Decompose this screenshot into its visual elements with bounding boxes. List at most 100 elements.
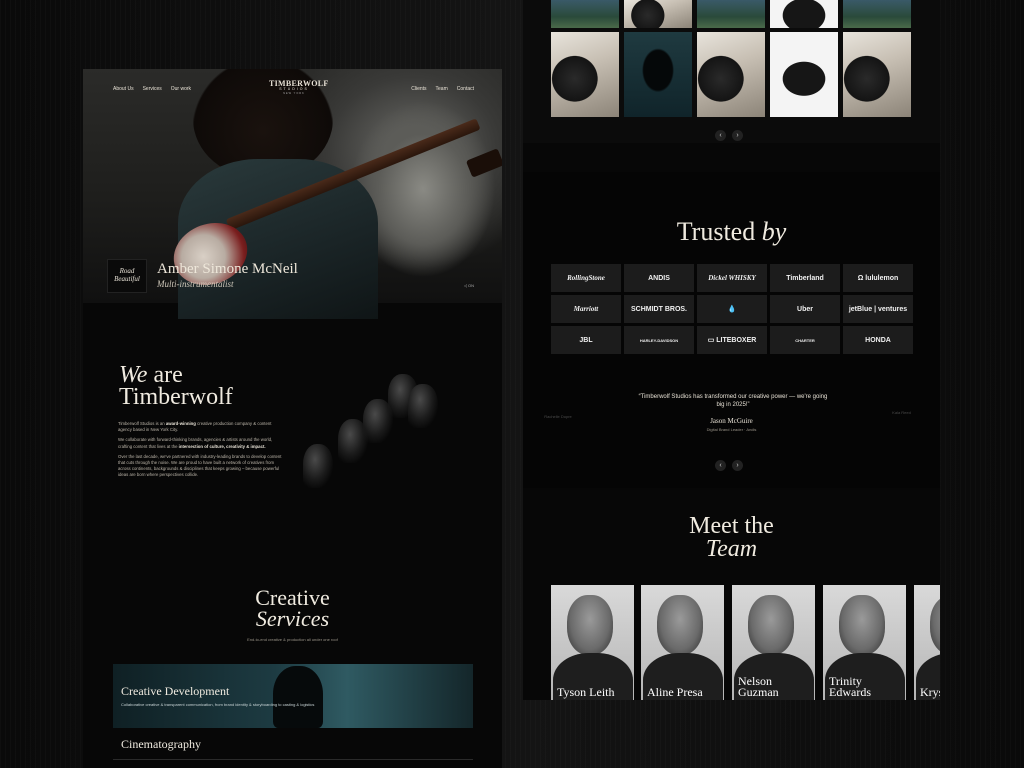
project-badge: Road Beautiful (107, 259, 147, 293)
testimonial-arrows: ‹ › (715, 460, 743, 471)
services-title-line2: Services (255, 606, 330, 631)
band-member-silhouette (303, 444, 333, 488)
team-member-card[interactable]: Nelson Guzman (732, 585, 815, 700)
team-member-card[interactable]: Krys Torn (914, 585, 940, 700)
site-logo[interactable]: TIMBERWOLF STUDIOS NEW YORK (269, 79, 329, 96)
about-p1-b: award-winning (165, 421, 196, 426)
client-logo-jbl: JBL (551, 326, 621, 354)
about-p3: Over the last decade, we've partnered wi… (118, 453, 282, 478)
gallery-thumb[interactable] (843, 0, 911, 28)
about-p1: Timberwolf Studios is an award-winning c… (118, 421, 286, 433)
hero-artist-name: Amber Simone McNeil (157, 261, 298, 277)
band-photo (288, 374, 478, 509)
gallery-thumb[interactable] (697, 32, 765, 117)
services-subtitle: End-to-end creative & production all und… (247, 637, 338, 642)
client-logo-timberland: Timberland (770, 264, 840, 292)
team-member-photo (567, 595, 613, 655)
team-member-card[interactable]: Aline Presa (641, 585, 724, 700)
gallery-arrows: ‹ › (715, 130, 743, 141)
nav-about[interactable]: About Us (113, 86, 134, 92)
team-member-photo (930, 595, 940, 655)
nav-our-work[interactable]: Our work (171, 86, 191, 92)
team-member-name: Nelson Guzman (738, 674, 779, 699)
gallery-next-button[interactable]: › (732, 130, 743, 141)
team-member-photo (657, 595, 703, 655)
team-title: Meet the Team (523, 513, 940, 562)
client-logo-grid: RollingStone ANDIS Dickel WHISKY Timberl… (551, 264, 913, 354)
service-divider (113, 759, 473, 760)
sound-toggle[interactable]: ◁ ON (464, 283, 474, 288)
homepage-panel-left: About Us Services Our work TIMBERWOLF ST… (83, 69, 502, 768)
gallery-thumb[interactable] (770, 0, 838, 28)
nav-clients[interactable]: Clients (411, 86, 426, 92)
services-title: Creative Services (83, 585, 502, 631)
nav-services[interactable]: Services (143, 86, 162, 92)
work-gallery: ‹ › (523, 0, 940, 143)
team-member-name: Trinity Edwards (829, 674, 871, 699)
guitar-headstock (465, 148, 502, 178)
gallery-thumb[interactable] (624, 0, 692, 28)
service-card-creative-development[interactable]: Creative Development Collaborative creat… (113, 664, 473, 728)
gallery-thumb[interactable] (843, 32, 911, 117)
client-logo-liteboxer: ▭ LITEBOXER (697, 326, 767, 354)
about-text: Timberwolf Studios is an award-winning c… (118, 421, 286, 483)
team-member-name: Aline Presa (647, 685, 703, 699)
team-member-card[interactable]: Tyson Leith (551, 585, 634, 700)
service-card-title: Creative Development (121, 684, 230, 698)
team-member-photo (748, 595, 794, 655)
service-card-description: Collaborative creative & transparent com… (121, 702, 315, 707)
nav-team[interactable]: Team (436, 86, 448, 92)
about-p2-b: intersection of culture, creativity & im… (178, 443, 266, 449)
testimonial-role: Digital Brand Leader · Andis (706, 427, 757, 432)
clients-title-main: Trusted (676, 217, 756, 246)
client-logo-jetblue-ventures: jetBlue | ventures (843, 295, 913, 323)
services-title-line1: Creative (255, 585, 330, 610)
testimonial-prev-button[interactable]: ‹ (715, 460, 726, 471)
gallery-prev-button[interactable]: ‹ (715, 130, 726, 141)
gallery-thumb[interactable] (551, 0, 619, 28)
gallery-thumb[interactable] (697, 0, 765, 28)
team-member-name: Tyson Leith (557, 685, 615, 699)
service-cinematography[interactable]: Cinematography (121, 737, 201, 752)
client-logo-andis: ANDIS (624, 264, 694, 292)
team-member-photo (839, 595, 885, 655)
gallery-thumb[interactable] (624, 32, 692, 117)
clients-section: Trusted by RollingStone ANDIS Dickel WHI… (523, 172, 940, 488)
hero-artist-role: Multi-instrumentalist (157, 279, 234, 289)
homepage-panel-right: ‹ › Trusted by RollingStone ANDIS Dickel… (523, 0, 940, 700)
gallery-thumb[interactable] (770, 32, 838, 117)
team-title-line1: Meet the (689, 513, 774, 539)
testimonial-quote: “Timberwolf Studios has transformed our … (638, 394, 828, 408)
about-title: We are Timberwolf (119, 363, 233, 410)
band-member-silhouette (338, 419, 368, 463)
team-title-line2: Team (705, 536, 758, 562)
client-logo-harley-davidson: HARLEY-DAVIDSON (624, 326, 694, 354)
about-title-line2: Timberwolf (119, 384, 233, 410)
clients-title: Trusted by (523, 217, 940, 247)
client-logo-dickel: Dickel WHISKY (697, 264, 767, 292)
nav-left: About Us Services Our work (113, 86, 191, 92)
clients-title-italic: by (761, 217, 787, 246)
about-p1-a: Timberwolf Studios is an (118, 421, 166, 426)
nav-right: Clients Team Contact (411, 86, 474, 92)
testimonial-next-name: Kala Reed (892, 410, 911, 415)
client-logo-rollingstone: RollingStone (551, 264, 621, 292)
service-card-figure (273, 666, 323, 728)
testimonial-name: Jason McGuire (710, 417, 753, 425)
nav-contact[interactable]: Contact (457, 86, 474, 92)
client-logo-marriott: Marriott (551, 295, 621, 323)
logo-line1: TIMBERWOLF (269, 79, 329, 88)
hero-video[interactable]: About Us Services Our work TIMBERWOLF ST… (83, 69, 502, 319)
testimonial-next-button[interactable]: › (732, 460, 743, 471)
client-logo-lululemon: Ω lululemon (843, 264, 913, 292)
client-logo-uber: Uber (770, 295, 840, 323)
client-logo-schmidt-bros: SCHMIDT BROS. (624, 295, 694, 323)
client-logo-honda: HONDA (843, 326, 913, 354)
client-logo-drop-icon: 💧 (697, 295, 767, 323)
gallery-thumb[interactable] (551, 32, 619, 117)
team-member-name: Krys Torn (920, 685, 940, 699)
about-p2: We collaborate with forward-thinking bra… (118, 437, 286, 449)
team-member-card[interactable]: Trinity Edwards (823, 585, 906, 700)
client-logo-charter: CHARTER (770, 326, 840, 354)
band-member-silhouette (408, 384, 438, 428)
